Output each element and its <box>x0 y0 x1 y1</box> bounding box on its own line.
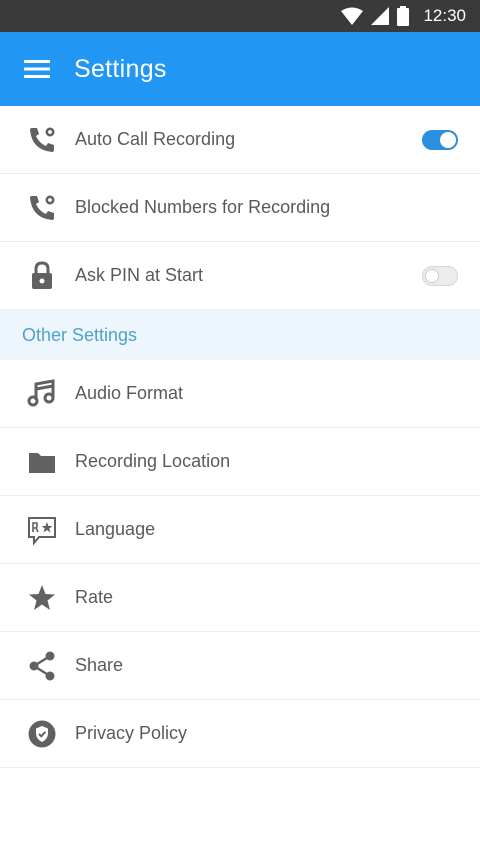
section-header-other-settings: Other Settings <box>0 310 480 360</box>
page-title: Settings <box>74 54 167 83</box>
setting-language[interactable]: Language <box>0 496 480 564</box>
phone-record-icon <box>26 124 58 156</box>
setting-label: Audio Format <box>75 383 184 403</box>
section-title: Other Settings <box>22 324 138 345</box>
setting-rate[interactable]: Rate <box>0 564 480 632</box>
setting-share[interactable]: Share <box>0 632 480 700</box>
setting-label: Auto Call Recording <box>75 129 236 149</box>
setting-ask-pin[interactable]: Ask PIN at Start <box>0 242 480 310</box>
app-bar: Settings <box>0 32 480 106</box>
setting-auto-call-recording[interactable]: Auto Call Recording <box>0 106 480 174</box>
toggle-knob <box>440 131 456 148</box>
translate-icon <box>26 514 58 546</box>
setting-recording-location[interactable]: Recording Location <box>0 428 480 496</box>
setting-label: Share <box>75 655 124 675</box>
star-icon <box>26 582 58 614</box>
lock-icon <box>26 260 58 292</box>
setting-privacy-policy[interactable]: Privacy Policy <box>0 700 480 768</box>
wifi-icon <box>341 7 364 25</box>
phone-blocked-icon <box>26 192 58 224</box>
setting-label: Blocked Numbers for Recording <box>75 197 331 217</box>
setting-label: Language <box>75 519 156 539</box>
auto-recording-toggle[interactable] <box>422 129 458 150</box>
setting-label: Privacy Policy <box>75 723 188 743</box>
privacy-shield-icon <box>26 718 58 750</box>
battery-icon <box>397 6 410 26</box>
setting-blocked-numbers[interactable]: Blocked Numbers for Recording <box>0 174 480 242</box>
ask-pin-toggle[interactable] <box>422 265 458 286</box>
status-bar: 12:30 <box>0 0 480 32</box>
music-note-icon <box>26 378 58 410</box>
share-icon <box>26 650 58 682</box>
folder-icon <box>26 446 58 478</box>
setting-label: Rate <box>75 587 114 607</box>
toggle-knob <box>425 268 439 283</box>
setting-label: Recording Location <box>75 451 231 471</box>
setting-audio-format[interactable]: Audio Format <box>0 360 480 428</box>
settings-list: Auto Call Recording Blocked Numbers for … <box>0 106 480 768</box>
status-time: 12:30 <box>423 6 466 25</box>
signal-icon <box>371 7 390 25</box>
menu-icon[interactable] <box>24 59 50 79</box>
setting-label: Ask PIN at Start <box>75 265 204 285</box>
